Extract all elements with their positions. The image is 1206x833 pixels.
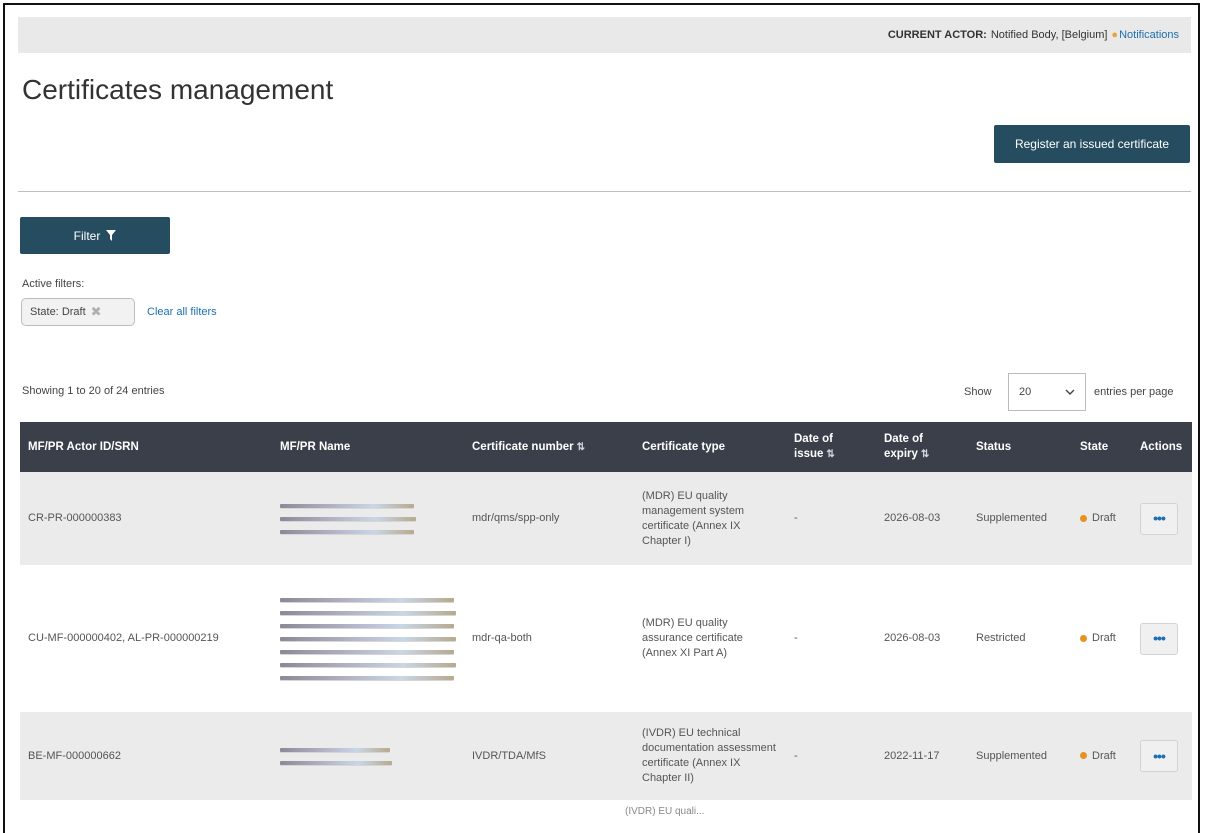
active-filter-chip: State: Draft ✖ (21, 298, 135, 326)
filter-button-label: Filter (73, 228, 101, 243)
cell-certificate-number: IVDR/TDA/MfS (472, 749, 546, 762)
active-filters-label: Active filters: (22, 278, 85, 290)
draft-dot-icon (1080, 514, 1087, 522)
cell-status: Supplemented (976, 512, 1047, 524)
col-header-name[interactable]: MF/PR Name (272, 422, 464, 472)
cell-certificate-number: mdr-qa-both (472, 632, 532, 644)
showing-entries-text: Showing 1 to 20 of 24 entries (22, 385, 165, 397)
table-row: BE-MF-000000662 IVDR/TDA/MfS (IVDR) EU t… (20, 712, 1192, 800)
table-row: CR-PR-000000383 mdr/qms/spp-only (MDR) E… (20, 472, 1192, 565)
notifications-link[interactable]: Notifications (1119, 29, 1179, 41)
entries-per-page-select[interactable]: 20 (1008, 373, 1086, 411)
cell-date-of-issue: - (794, 749, 798, 762)
top-bar: CURRENT ACTOR: Notified Body, [Belgium] … (18, 17, 1191, 53)
cell-certificate-number: mdr/qms/spp-only (472, 512, 560, 524)
col-header-state[interactable]: State (1072, 422, 1132, 472)
row-actions-button[interactable]: ••• (1140, 740, 1178, 772)
entries-per-page-label: entries per page (1094, 386, 1174, 398)
divider (18, 191, 1191, 192)
current-actor-label: CURRENT ACTOR: (887, 29, 987, 41)
col-header-actor-id[interactable]: MF/PR Actor ID/SRN (20, 422, 272, 472)
show-label: Show (964, 386, 992, 398)
sort-icon[interactable]: ⇅ (826, 449, 834, 460)
cell-certificate-type: (MDR) EU quality assurance certificate (… (642, 617, 743, 659)
cell-name-redacted (272, 565, 464, 712)
funnel-icon (106, 230, 117, 241)
redaction-bar (280, 503, 414, 508)
row-actions-button[interactable]: ••• (1140, 502, 1178, 535)
redaction-bar (280, 529, 414, 534)
bell-icon: ● (1111, 29, 1119, 41)
cell-state: Draft (1072, 712, 1132, 800)
sort-icon[interactable]: ⇅ (921, 449, 929, 460)
table-row: CU-MF-000000402, AL-PR-000000219 mdr-qa-… (20, 565, 1192, 712)
cell-actions: ••• (1132, 472, 1192, 565)
cell-date-of-issue: - (794, 512, 798, 524)
cell-date-of-expiry: 2026-08-03 (884, 632, 941, 644)
cell-name-redacted (272, 472, 464, 565)
register-certificate-button[interactable]: Register an issued certificate (994, 125, 1190, 163)
redaction-bar (280, 747, 390, 752)
col-header-status[interactable]: Status (968, 422, 1072, 472)
cell-name-redacted (272, 712, 464, 800)
redaction-bar (280, 675, 454, 680)
cell-actor-id: BE-MF-000000662 (28, 749, 121, 762)
redaction-bar (280, 610, 456, 615)
col-header-date-of-issue[interactable]: Date of issue ⇅ (786, 422, 876, 472)
cell-status: Restricted (976, 632, 1026, 644)
cell-date-of-expiry: 2022-11-17 (884, 749, 940, 762)
cell-actions: ••• (1132, 565, 1192, 712)
redaction-bar (280, 516, 416, 521)
current-actor-value: Notified Body, [Belgium] (990, 29, 1108, 41)
row-actions-button[interactable]: ••• (1140, 622, 1178, 655)
cell-actor-id: CR-PR-000000383 (28, 512, 122, 524)
filter-button[interactable]: Filter (20, 217, 170, 254)
col-header-date-of-expiry[interactable]: Date of expiry ⇅ (876, 422, 968, 472)
chip-key: State: (30, 306, 59, 318)
redaction-bar (280, 760, 392, 765)
col-header-certificate-number[interactable]: Certificate number ⇅ (464, 422, 634, 472)
cell-actions: ••• (1132, 712, 1192, 800)
cell-status: Supplemented (976, 749, 1047, 762)
cell-actor-id: CU-MF-000000402, AL-PR-000000219 (28, 632, 219, 644)
redaction-bar (280, 597, 454, 602)
certificates-table: MF/PR Actor ID/SRN MF/PR Name Certificat… (20, 422, 1192, 800)
cell-date-of-expiry: 2026-08-03 (884, 512, 941, 524)
redaction-bar (280, 636, 456, 641)
sort-icon[interactable]: ⇅ (577, 442, 585, 453)
draft-dot-icon (1080, 634, 1087, 642)
col-header-actions: Actions (1140, 440, 1183, 453)
redaction-bar (280, 649, 454, 654)
entries-per-page-value: 20 (1019, 386, 1032, 398)
partial-next-row-text: (IVDR) EU quali... (625, 806, 705, 817)
cell-certificate-type: (MDR) EU quality management system certi… (642, 489, 745, 547)
clear-all-filters-link[interactable]: Clear all filters (147, 306, 217, 318)
redaction-bar (280, 662, 456, 667)
cell-state: Draft (1072, 565, 1132, 712)
col-header-certificate-type[interactable]: Certificate type (634, 422, 786, 472)
table-header-row: MF/PR Actor ID/SRN MF/PR Name Certificat… (20, 422, 1192, 472)
chevron-down-icon (1065, 389, 1075, 395)
page-title: Certificates management (22, 74, 334, 105)
remove-filter-icon[interactable]: ✖ (91, 304, 102, 320)
cell-certificate-type: (IVDR) EU technical documentation assess… (642, 727, 776, 784)
cell-date-of-issue: - (794, 632, 798, 644)
draft-dot-icon (1080, 752, 1087, 760)
redaction-bar (280, 623, 454, 628)
cell-state: Draft (1072, 472, 1132, 565)
chip-value: Draft (61, 306, 86, 318)
